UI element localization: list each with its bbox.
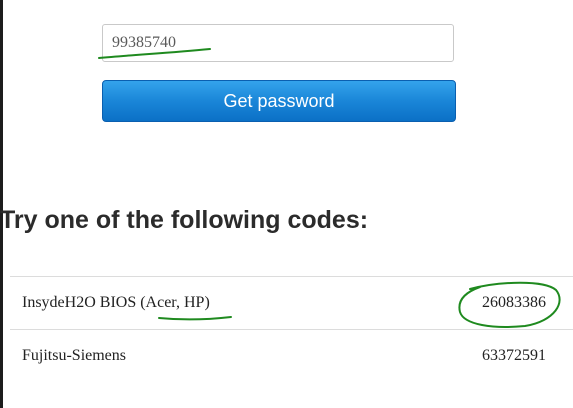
bios-code: 63372591: [482, 347, 546, 364]
code-input[interactable]: [102, 24, 454, 62]
table-row: Fujitsu-Siemens 63372591: [10, 329, 573, 382]
bios-name: Fujitsu-Siemens: [22, 347, 127, 364]
codes-heading: Try one of the following codes:: [0, 206, 369, 234]
window-left-edge: [0, 0, 3, 408]
bios-code: 26083386: [482, 294, 546, 311]
table-row: InsydeH2O BIOS (Acer, HP) 26083386: [10, 276, 573, 329]
codes-table: InsydeH2O BIOS (Acer, HP) 26083386 Fujit…: [10, 276, 573, 382]
get-password-button[interactable]: Get password: [102, 80, 456, 122]
bios-name: InsydeH2O BIOS (Acer, HP): [22, 294, 210, 311]
